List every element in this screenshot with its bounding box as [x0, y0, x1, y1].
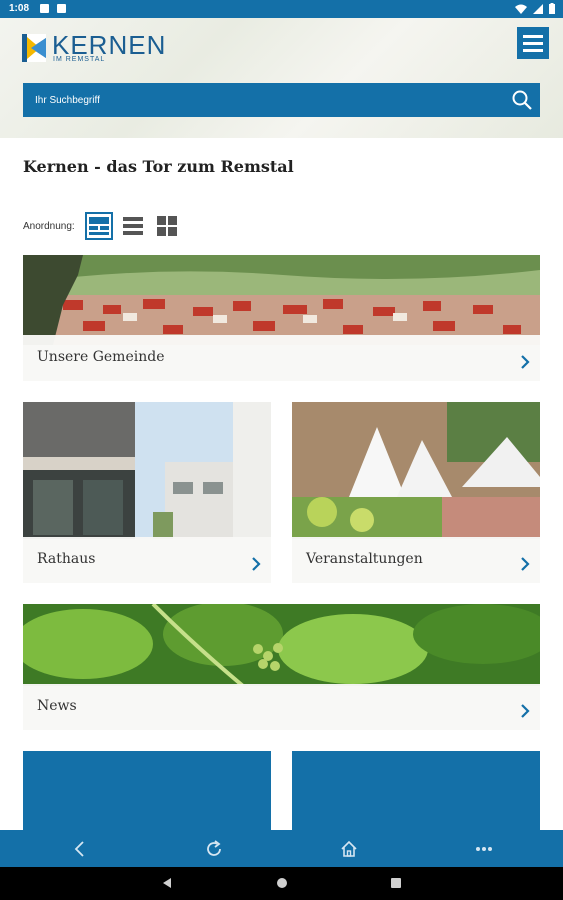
battery-icon	[549, 3, 555, 14]
system-recents-icon[interactable]	[390, 877, 402, 889]
search-input[interactable]	[35, 83, 495, 117]
search-bar	[23, 83, 540, 117]
tile-label: Rathaus	[37, 551, 96, 567]
view-list-button[interactable]	[121, 214, 145, 238]
sd-card-icon	[57, 4, 66, 13]
search-icon[interactable]	[512, 90, 532, 110]
arrangement-controls: Anordnung:	[23, 212, 189, 240]
tile-news[interactable]: News	[23, 604, 540, 730]
reload-icon	[207, 840, 221, 856]
system-navigation-bar	[0, 867, 563, 900]
home-icon	[341, 840, 357, 857]
view-featured-button[interactable]	[84, 212, 113, 240]
status-bar: 1:08	[0, 0, 563, 18]
back-button[interactable]	[67, 837, 91, 861]
reload-button[interactable]	[202, 837, 226, 861]
chevron-right-icon	[521, 355, 530, 369]
kernen-logo-icon	[22, 34, 46, 62]
system-back-icon[interactable]	[161, 877, 173, 889]
tile-image-village	[23, 255, 540, 345]
menu-button[interactable]	[517, 27, 549, 59]
more-icon	[476, 847, 492, 851]
view-grid-button[interactable]	[155, 214, 179, 238]
tile-blue-left[interactable]	[23, 751, 271, 830]
tile-blue-right[interactable]	[292, 751, 540, 830]
menu-icon	[523, 34, 543, 38]
tile-rathaus[interactable]: Rathaus	[23, 402, 271, 583]
tile-image-vine-leaves	[23, 604, 540, 686]
header: KERNEN IM REMSTAL	[0, 18, 563, 138]
home-button[interactable]	[337, 837, 361, 861]
more-button[interactable]	[472, 837, 496, 861]
grid-view-icon	[156, 216, 177, 236]
signal-icon	[533, 3, 543, 14]
tile-label: Veranstaltungen	[306, 551, 423, 567]
logo-subtitle: IM REMSTAL	[53, 56, 106, 63]
featured-view-icon	[88, 217, 109, 235]
tile-label: News	[37, 698, 77, 714]
bottom-navigation	[0, 830, 563, 867]
system-home-icon[interactable]	[276, 877, 288, 889]
chevron-right-icon	[521, 557, 530, 571]
back-icon	[74, 841, 84, 857]
list-view-icon	[122, 217, 143, 235]
wifi-icon	[515, 4, 527, 14]
page-title: Kernen - das Tor zum Remstal	[23, 157, 294, 176]
status-time: 1:08	[9, 3, 30, 14]
notification-icon	[40, 4, 49, 13]
tile-label: Unsere Gemeinde	[37, 349, 165, 365]
chevron-right-icon	[521, 704, 530, 718]
tile-image-town-hall	[23, 402, 271, 539]
tile-unsere-gemeinde[interactable]: Unsere Gemeinde	[23, 255, 540, 381]
tile-image-events	[292, 402, 540, 539]
chevron-right-icon	[252, 557, 261, 571]
arrangement-label: Anordnung:	[23, 220, 75, 232]
tile-veranstaltungen[interactable]: Veranstaltungen	[292, 402, 540, 583]
